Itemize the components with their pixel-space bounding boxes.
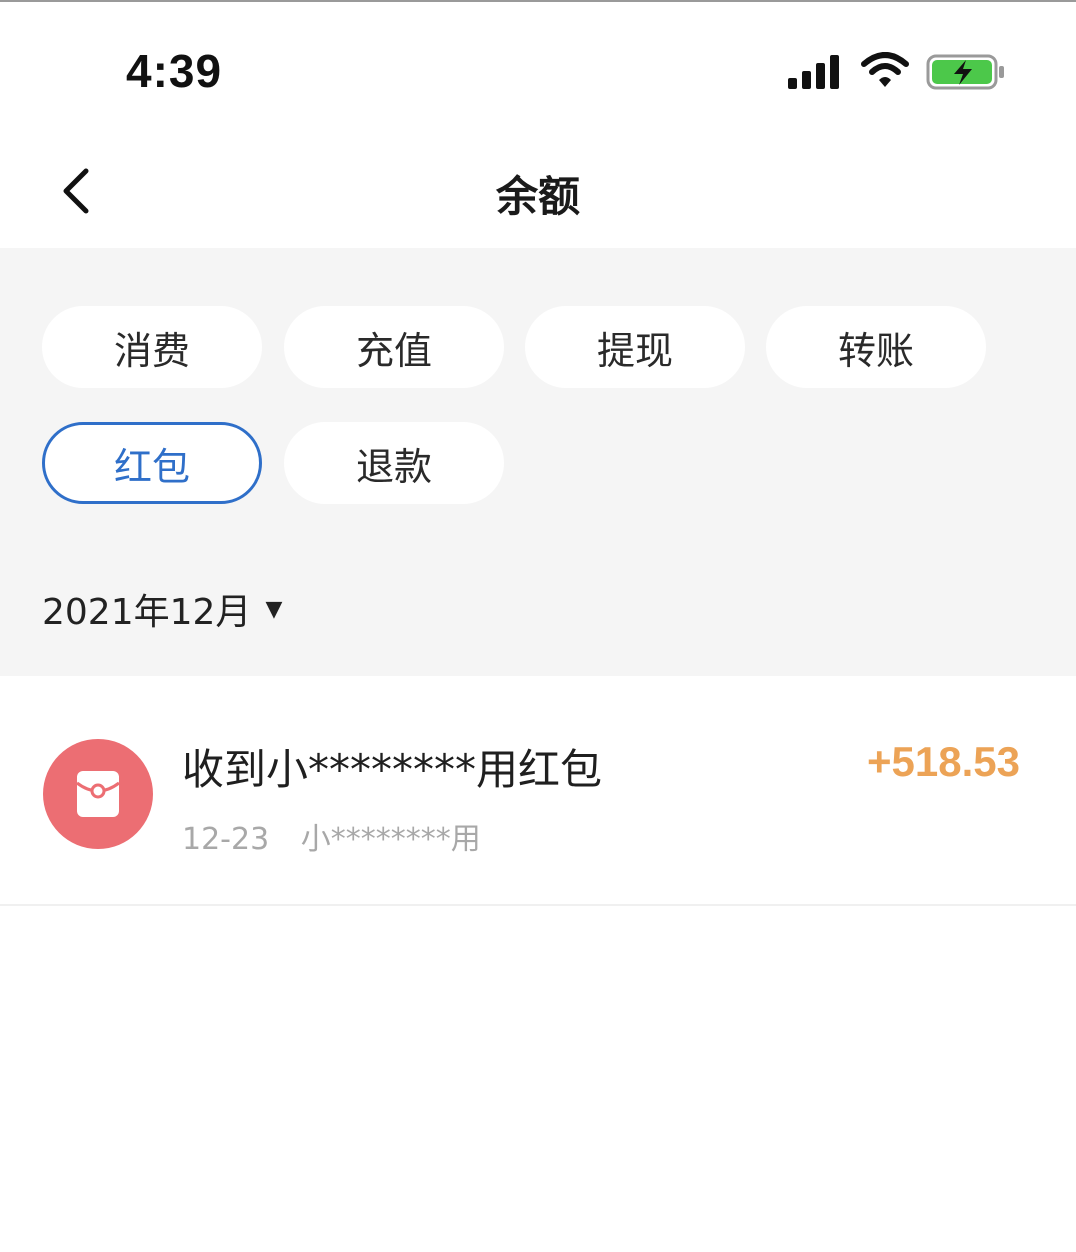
transaction-title: 收到小********用红包 bbox=[182, 745, 603, 794]
transaction-amount: +518.53 bbox=[867, 738, 1020, 785]
transaction-meta: 12-23 小********用 bbox=[182, 814, 503, 858]
envelope-glyph-icon bbox=[76, 771, 120, 817]
transaction-list: 收到小********用红包 12-23 小********用 +518.53 bbox=[0, 676, 1076, 906]
caret-down-icon: ▼ bbox=[265, 596, 283, 622]
wifi-icon bbox=[861, 52, 909, 87]
top-border-line bbox=[0, 0, 1076, 2]
filter-chip-red-packet[interactable]: 红包 bbox=[42, 422, 262, 504]
transaction-row[interactable]: 收到小********用红包 12-23 小********用 +518.53 bbox=[0, 676, 1076, 906]
filter-chip-top-up[interactable]: 充值 bbox=[284, 306, 504, 388]
filter-chip-consumption[interactable]: 消费 bbox=[42, 306, 262, 388]
navigation-bar: 余额 bbox=[0, 130, 1076, 248]
filter-chip-refund[interactable]: 退款 bbox=[284, 422, 504, 504]
month-selector[interactable]: 2021年12月 ▼ bbox=[42, 584, 282, 634]
transaction-date: 12-23 bbox=[182, 822, 270, 857]
red-envelope-icon bbox=[43, 739, 153, 849]
battery-charging-icon bbox=[926, 54, 1004, 90]
filter-chip-transfer[interactable]: 转账 bbox=[766, 306, 986, 388]
filter-chip-withdraw[interactable]: 提现 bbox=[525, 306, 745, 388]
status-bar: 4:39 bbox=[0, 0, 1076, 130]
cellular-signal-icon bbox=[788, 55, 839, 89]
status-time: 4:39 bbox=[126, 45, 223, 97]
balance-screen: 4:39 余额 消费 充值 提现 转账 红包 退款 2021年12月 ▼ 收到小… bbox=[0, 0, 1076, 1252]
filter-panel: 消费 充值 提现 转账 红包 退款 2021年12月 ▼ bbox=[0, 248, 1076, 676]
month-label: 2021年12月 bbox=[42, 592, 252, 633]
page-title: 余额 bbox=[495, 172, 580, 221]
transaction-counterparty: 小********用 bbox=[300, 822, 481, 857]
